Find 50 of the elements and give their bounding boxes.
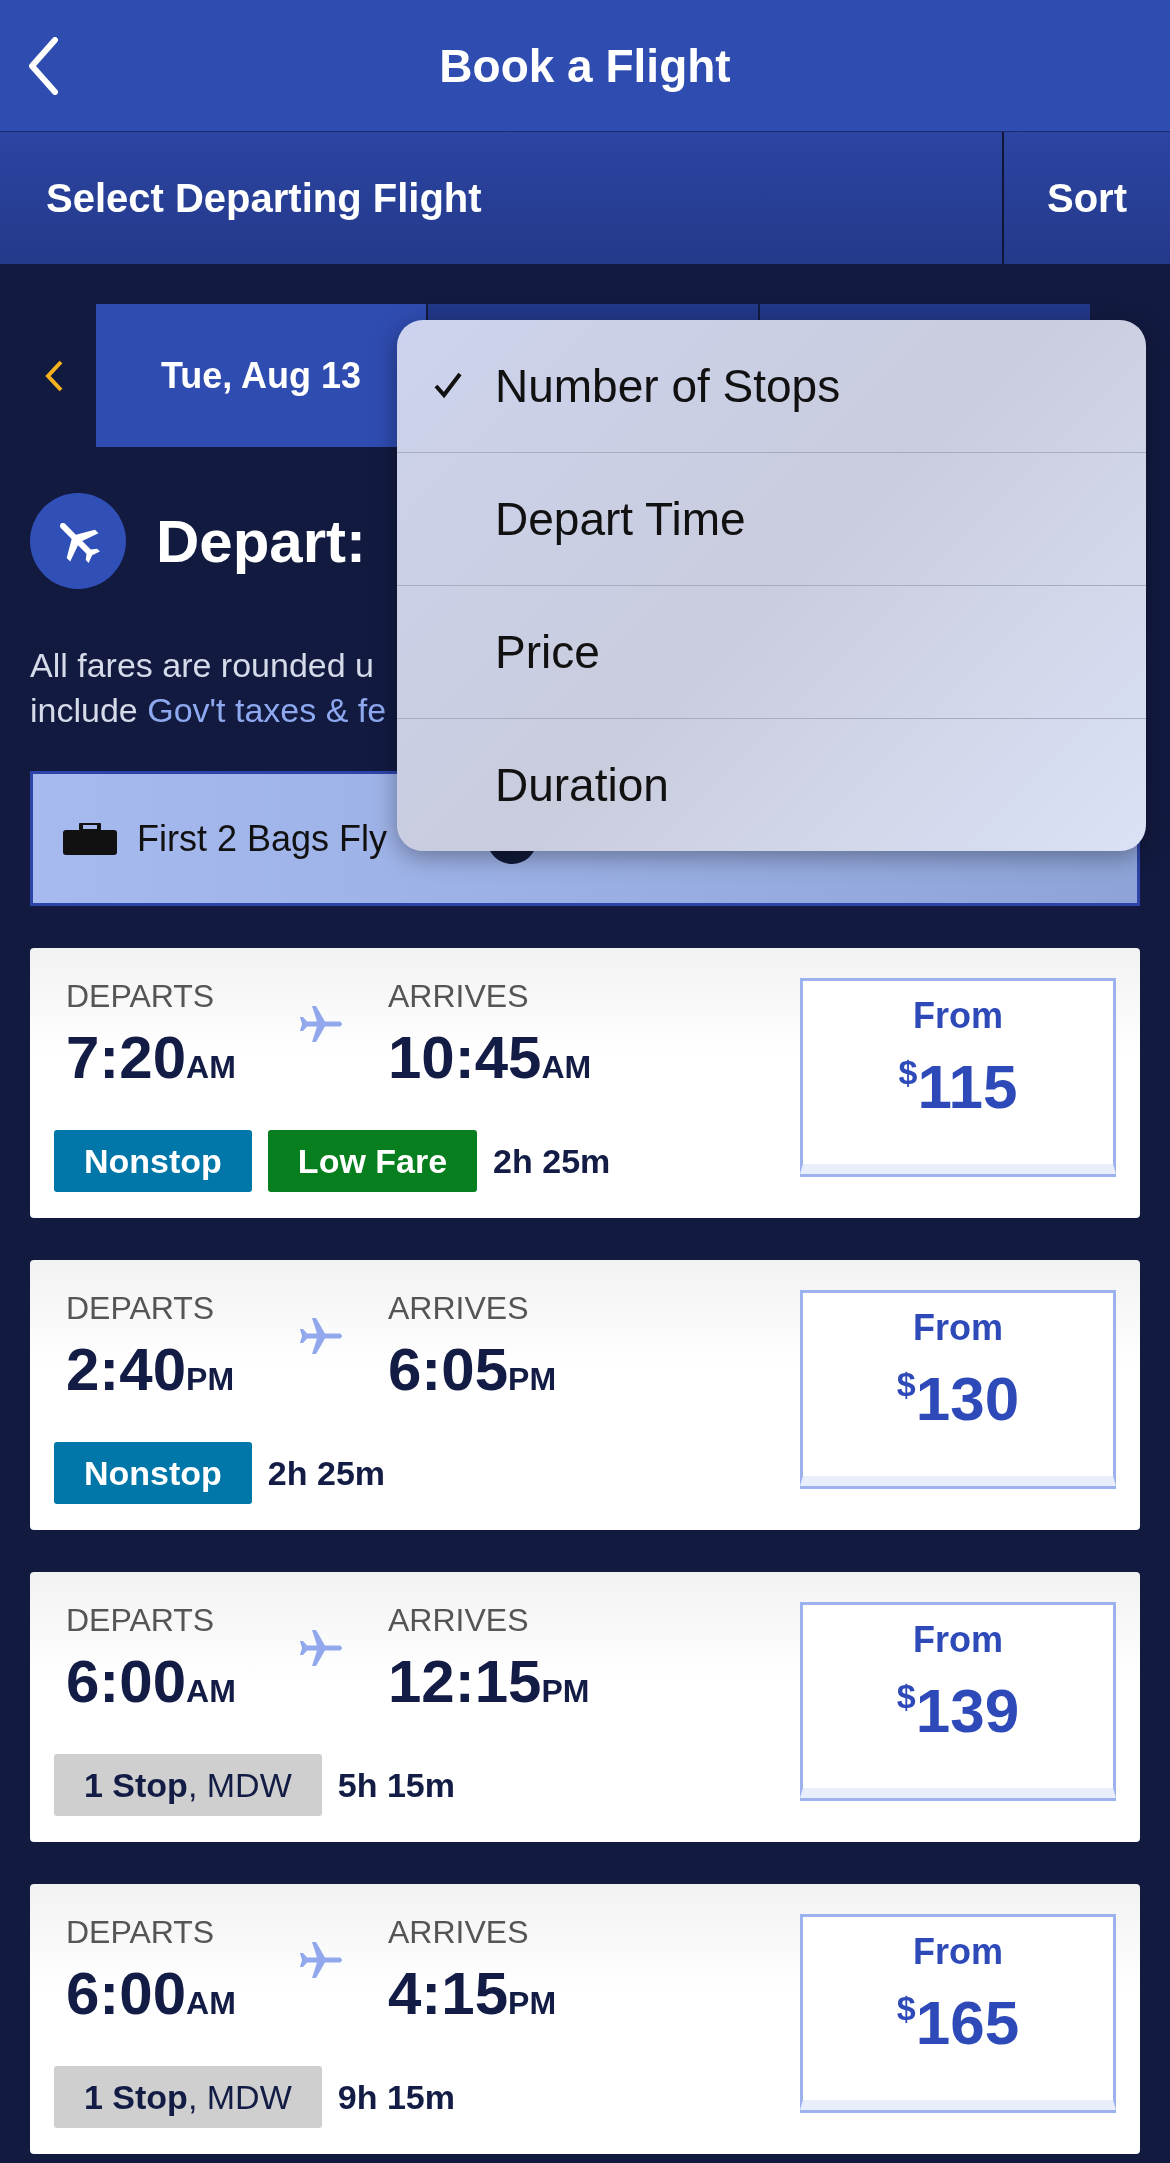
depart-time: 7:20AM [66, 1023, 237, 1092]
back-icon[interactable] [28, 37, 58, 95]
depart-heading: Depart: [156, 506, 367, 576]
departs-label: DEPARTS [66, 1290, 216, 1327]
fare-button[interactable]: From $^{$}$139 [800, 1602, 1116, 1798]
sort-option[interactable]: Duration [397, 718, 1146, 851]
bags-text: First 2 Bags Fly [137, 817, 388, 860]
arrive-time: 12:15PM [388, 1647, 591, 1716]
duration: 9h 15m [337, 2077, 455, 2117]
fare-button[interactable]: From $^{$}$165 [800, 1914, 1116, 2110]
sort-option[interactable]: Depart Time [397, 452, 1146, 585]
date-tab[interactable]: Tue, Aug 13 [96, 304, 426, 447]
flight-card[interactable]: DEPARTS 2:40PM ARRIVES 6:05PM Nonstop 2h 25m From $^{$}$130 [30, 1260, 1140, 1530]
depart-time: 6:00AM [66, 1959, 237, 2028]
flight-tag: 1 Stop, MDW [54, 1754, 322, 1816]
check-icon [433, 370, 463, 400]
duration: 5h 15m [337, 1765, 455, 1805]
fare-note: All fares are rounded u [30, 645, 374, 686]
plane-icon [30, 493, 126, 589]
taxes-link[interactable]: Gov't taxes & fe [147, 691, 387, 729]
sort-option[interactable]: Price [397, 585, 1146, 718]
duration: 2h 25m [267, 1453, 386, 1493]
arrive-time: 10:45AM [388, 1023, 593, 1092]
departs-label: DEPARTS [66, 1914, 216, 1951]
arrive-time: 4:15PM [388, 1959, 558, 2028]
flight-tag: Nonstop [54, 1130, 252, 1192]
depart-time: 6:00AM [66, 1647, 237, 1716]
flight-card[interactable]: DEPARTS 7:20AM ARRIVES 10:45AM Nonstop Low Fare 2h 25m From $^{$}$115 [30, 948, 1140, 1218]
duration: 2h 25m [493, 1141, 611, 1181]
fare-button[interactable]: From $^{$}$115 [800, 978, 1116, 1174]
depart-time: 2:40PM [66, 1335, 236, 1404]
arrives-label: ARRIVES [388, 978, 530, 1015]
flight-card[interactable]: DEPARTS 6:00AM ARRIVES 4:15PM 1 Stop, MDW 9h 15m From $^{$}$165 [30, 1884, 1140, 2154]
fare-note: include [30, 691, 139, 729]
arrive-time: 6:05PM [388, 1335, 558, 1404]
screen-title: Book a Flight [439, 38, 731, 93]
flight-tag: 1 Stop, MDW [54, 2066, 322, 2128]
departs-label: DEPARTS [66, 978, 216, 1015]
flight-tag: Low Fare [267, 1130, 478, 1192]
departs-label: DEPARTS [66, 1602, 216, 1639]
flight-card[interactable]: DEPARTS 6:00AM ARRIVES 12:15PM 1 Stop, MDW 5h 15m From $^{$}$139 [30, 1572, 1140, 1842]
arrives-label: ARRIVES [388, 1602, 530, 1639]
flight-tag: Nonstop [54, 1442, 252, 1504]
fare-button[interactable]: From $^{$}$130 [800, 1290, 1116, 1486]
chevron-left-icon[interactable] [44, 358, 64, 393]
sort-button[interactable]: Sort [1002, 132, 1170, 264]
suitcase-icon [63, 822, 117, 855]
section-title: Select Departing Flight [45, 175, 483, 221]
arrives-label: ARRIVES [388, 1290, 530, 1327]
arrives-label: ARRIVES [388, 1914, 530, 1951]
